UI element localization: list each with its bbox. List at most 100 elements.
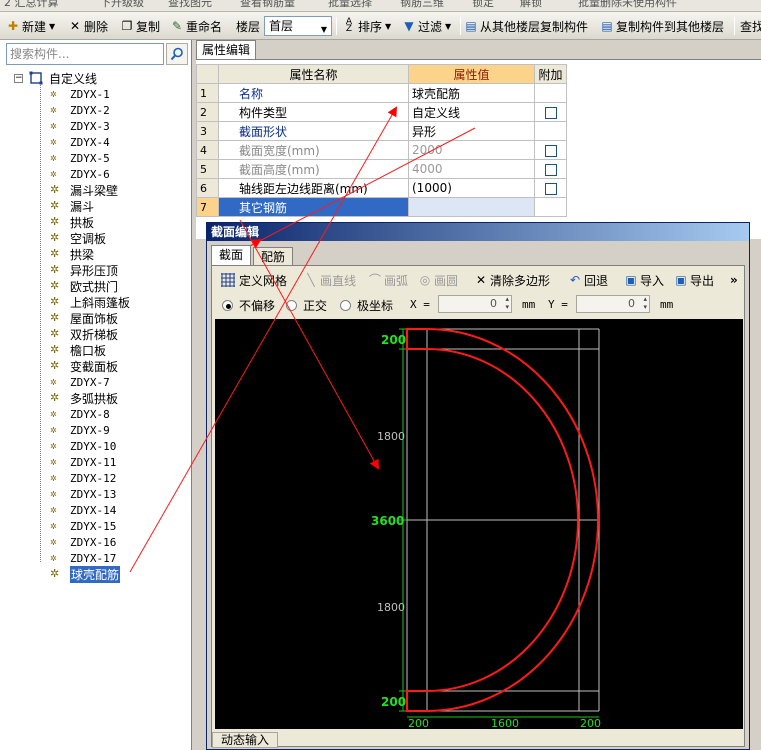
tree-item[interactable]: ✲ ZDYX-10: [50, 438, 116, 454]
tree-root-custom-line[interactable]: − 自定义线: [14, 70, 97, 86]
top-strip-item[interactable]: 锁定: [472, 0, 494, 10]
tree-item[interactable]: ✲ ZDYX-14: [50, 502, 116, 518]
tree-item[interactable]: ✲ ZDYX-5: [50, 150, 110, 166]
tree-item[interactable]: ✲ ZDYX-7: [50, 374, 110, 390]
extra-checkbox[interactable]: [544, 182, 557, 195]
tab-rebar[interactable]: 配筋: [253, 247, 293, 265]
tree-item[interactable]: ✲ ZDYX-3: [50, 118, 110, 134]
tree-item[interactable]: ✲ ZDYX-11: [50, 454, 116, 470]
tree-item[interactable]: ✲ ZDYX-8: [50, 406, 110, 422]
tree-item[interactable]: ✲ 空调板: [50, 230, 106, 246]
export-button[interactable]: ▣ 导出: [674, 271, 714, 289]
property-value[interactable]: 2000: [408, 140, 535, 160]
draw-circle-button[interactable]: ◎ 画圆: [418, 271, 458, 289]
extra-checkbox[interactable]: [544, 163, 557, 176]
tab-section[interactable]: 截面: [211, 245, 251, 265]
tree-item[interactable]: ✲ ZDYX-9: [50, 422, 110, 438]
property-value[interactable]: 球壳配筋: [408, 83, 535, 103]
tree-item[interactable]: ✲ ZDYX-1: [50, 86, 110, 102]
top-strip-item[interactable]: 批量删除未使用构件: [578, 0, 677, 10]
top-strip-item[interactable]: 下升级级: [100, 0, 144, 10]
previous-toolbar-strip: 2 汇总计算 下升级级 查找图元 查看钢筋量 批量选择 钢筋三维 锁定 解锁 批…: [0, 0, 761, 12]
component-gear-icon: ✲: [50, 567, 60, 580]
property-value[interactable]: 异形: [408, 121, 535, 141]
draw-arc-button[interactable]: ⌒ 画弧: [368, 271, 408, 289]
no-offset-radio[interactable]: 不偏移: [222, 297, 275, 314]
property-row[interactable]: 3 截面形状 异形: [196, 121, 567, 141]
property-value[interactable]: (1000): [408, 178, 535, 198]
property-row[interactable]: 1 名称 球壳配筋: [196, 83, 567, 103]
sort-button[interactable]: AZ 排序 ▼: [342, 16, 391, 36]
section-drawing-canvas[interactable]: 200 1800 3600 1800 200 200 1600 200: [215, 319, 743, 730]
property-extra-cell: [534, 140, 567, 160]
property-row[interactable]: 2 构件类型 自定义线: [196, 102, 567, 122]
tree-item[interactable]: ✲ 拱板: [50, 214, 94, 230]
property-row[interactable]: 6 轴线距左边线距离(mm) (1000): [196, 178, 567, 198]
floor-select-value: 首层: [269, 19, 294, 33]
undo-button[interactable]: ↶ 回退: [568, 271, 608, 289]
top-strip-item[interactable]: 批量选择: [328, 0, 372, 10]
tree-item[interactable]: ✲ ZDYX-2: [50, 102, 110, 118]
tree-item[interactable]: ✲ ZDYX-12: [50, 470, 116, 486]
copy-from-floors-button[interactable]: ▤ 从其他楼层复制构件: [464, 16, 588, 36]
top-strip-item[interactable]: 解锁: [520, 0, 542, 10]
more-tools-chevron[interactable]: »: [730, 271, 738, 289]
tree-item[interactable]: ✲ ZDYX-15: [50, 518, 116, 534]
top-strip-item[interactable]: 查看钢筋量: [240, 0, 295, 10]
new-button[interactable]: ✚ 新建 ▼: [6, 16, 55, 36]
property-row[interactable]: 4 截面宽度(mm) 2000: [196, 140, 567, 160]
tree-item[interactable]: ✲ 变截面板: [50, 358, 118, 374]
component-gear-icon: ✲: [50, 551, 57, 564]
extra-checkbox[interactable]: [544, 144, 557, 157]
tab-property-edit[interactable]: 属性编辑: [196, 40, 256, 59]
tree-item[interactable]: ✲ 檐口板: [50, 342, 106, 358]
search-button[interactable]: [166, 43, 188, 65]
tree-item[interactable]: ✲ ZDYX-16: [50, 534, 116, 550]
clear-polygon-button[interactable]: ✕ 清除多边形: [474, 271, 550, 289]
tree-item[interactable]: ✲ 拱梁: [50, 246, 94, 262]
tree-item[interactable]: ✲ ZDYX-13: [50, 486, 116, 502]
tree-item[interactable]: ✲ 漏斗梁壁: [50, 182, 118, 198]
tree-item[interactable]: ✲ ZDYX-4: [50, 134, 110, 150]
orthogonal-radio[interactable]: 正交: [286, 297, 327, 314]
copy-button[interactable]: ❐ 复制: [120, 16, 160, 36]
define-grid-button[interactable]: 定义网格: [220, 271, 287, 289]
draw-arc-label: 画弧: [384, 273, 409, 288]
search-icon: [170, 47, 183, 61]
draw-line-button[interactable]: ╲ 画直线: [304, 271, 356, 289]
filter-button[interactable]: ▼ 过滤 ▼: [402, 16, 451, 36]
section-drawing: 200 1800 3600 1800 200 200 1600 200: [371, 328, 601, 730]
rename-button[interactable]: ✎ 重命名: [170, 16, 222, 36]
import-button[interactable]: ▣ 导入: [624, 271, 664, 289]
property-value[interactable]: [408, 197, 535, 217]
tree-item[interactable]: ✲ 屋面饰板: [50, 310, 118, 326]
search-input[interactable]: 搜索构件...: [6, 43, 164, 65]
component-gear-icon: ✲: [50, 103, 57, 116]
property-value[interactable]: 4000: [408, 159, 535, 179]
dynamic-input-toggle[interactable]: 动态输入: [212, 732, 279, 748]
find-button[interactable]: 查找: [740, 16, 761, 36]
top-strip-item[interactable]: 查找图元: [168, 0, 212, 10]
property-value[interactable]: 自定义线: [408, 102, 535, 122]
floor-select[interactable]: 首层 ▼: [264, 16, 332, 36]
tree-item[interactable]: ✲ 异形压顶: [50, 262, 118, 278]
tree-item[interactable]: ✲ 多弧拱板: [50, 390, 118, 406]
tree-item[interactable]: ✲ 双折梯板: [50, 326, 118, 342]
tree-item[interactable]: ✲ ZDYX-17: [50, 550, 116, 566]
copy-to-floors-button[interactable]: ▤ 复制构件到其他楼层: [600, 16, 724, 36]
collapse-icon[interactable]: −: [14, 73, 23, 83]
top-strip-item[interactable]: 钢筋三维: [400, 0, 444, 10]
extra-checkbox[interactable]: [544, 106, 557, 119]
top-strip-item[interactable]: 2 汇总计算: [4, 0, 59, 10]
tree-item[interactable]: ✲ 球壳配筋: [50, 565, 121, 583]
tree-item[interactable]: ✲ 漏斗: [50, 198, 94, 214]
property-row[interactable]: 5 截面高度(mm) 4000: [196, 159, 567, 179]
delete-button[interactable]: ✕ 删除: [68, 16, 108, 36]
property-row[interactable]: 7 其它钢筋: [196, 197, 567, 217]
tree-item[interactable]: ✲ 欧式拱门: [50, 278, 118, 294]
tree-item[interactable]: ✲ 上斜雨篷板: [50, 294, 130, 310]
tree-item[interactable]: ✲ ZDYX-6: [50, 166, 110, 182]
polar-radio[interactable]: 极坐标: [340, 297, 393, 314]
x-coordinate-input[interactable]: 0: [438, 295, 512, 313]
y-coordinate-input[interactable]: 0: [576, 295, 650, 313]
